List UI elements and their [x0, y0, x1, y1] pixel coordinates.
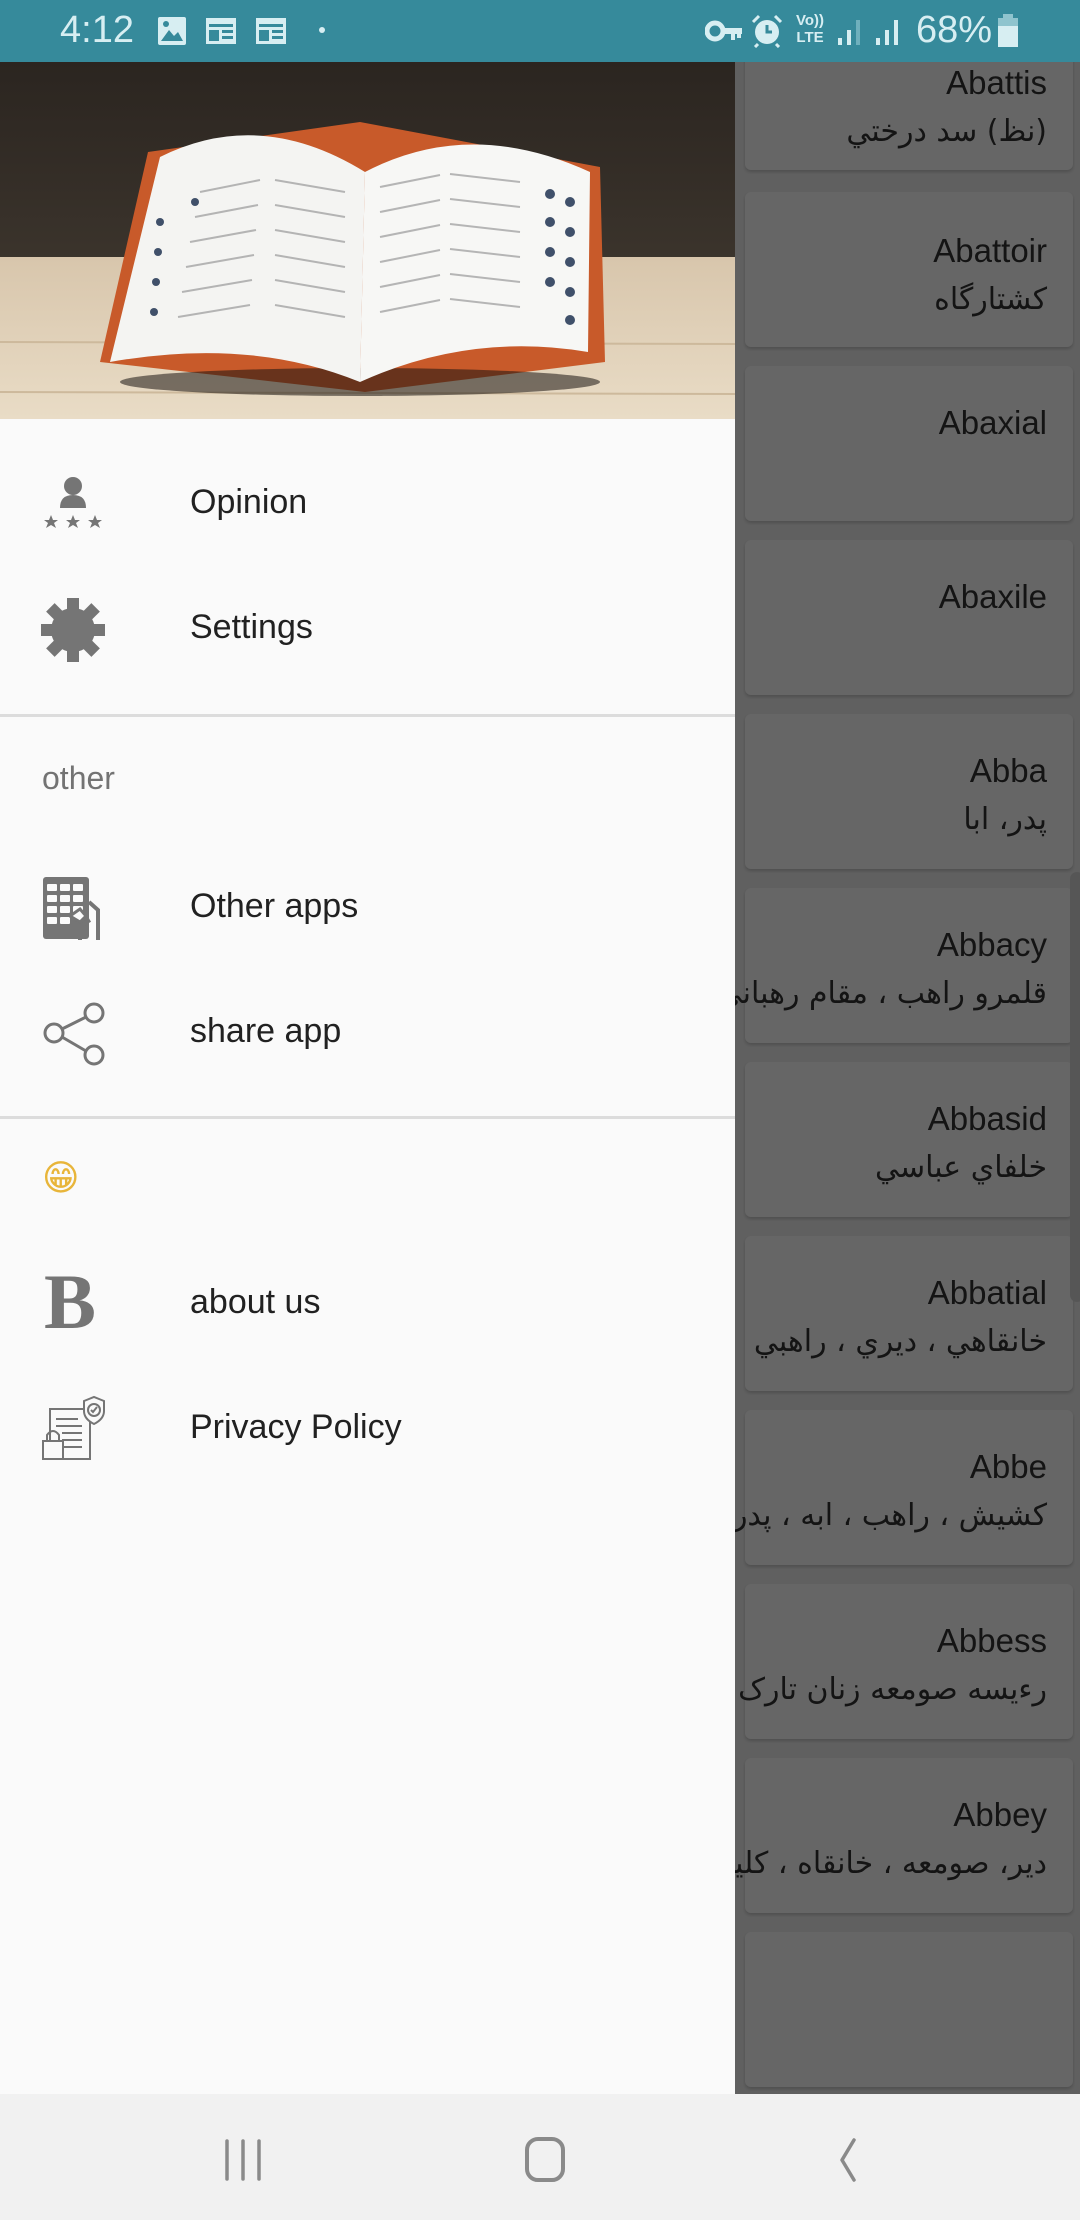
vpn-key-icon [705, 20, 742, 42]
battery-percent: 68% [916, 9, 993, 51]
section-title-other: other [42, 760, 115, 796]
b-letter-icon: B [44, 1258, 97, 1345]
grinning-face-emoji-icon: 😁 [42, 1158, 80, 1199]
back-button[interactable] [808, 2124, 888, 2194]
recent-apps-button[interactable] [203, 2124, 283, 2194]
news-icon [256, 18, 286, 44]
gallery-icon [158, 17, 186, 45]
battery-icon [998, 14, 1018, 47]
drawer-item-opinion[interactable]: Opinion [0, 445, 735, 565]
volte-lte-icon: Vo)) LTE [795, 12, 825, 46]
dot-icon [319, 27, 325, 33]
drawer-item-privacy-policy[interactable]: Privacy Policy [0, 1370, 735, 1490]
drawer-item-about-us[interactable]: B about us [0, 1245, 735, 1365]
drawer-divider [0, 714, 735, 717]
privacy-policy-icon [42, 1395, 105, 1460]
alarm-icon [751, 14, 783, 48]
drawer-item-share-app[interactable]: share app [0, 974, 735, 1094]
rate-user-icon [44, 477, 102, 528]
drawer-item-settings[interactable]: Settings [0, 570, 735, 690]
navigation-drawer: Opinion Settings other Other apps share … [0, 62, 735, 2094]
gear-icon [41, 598, 105, 662]
tablet-apps-icon [43, 877, 100, 940]
signal-icon [838, 20, 860, 45]
news-icon [206, 18, 236, 44]
status-time: 4:12 [60, 9, 134, 51]
drawer-divider [0, 1116, 735, 1119]
home-button[interactable] [505, 2124, 585, 2194]
drawer-item-other-apps[interactable]: Other apps [0, 849, 735, 969]
system-navigation-bar [0, 2094, 1080, 2220]
drawer-header-image [0, 62, 735, 419]
status-bar: 4:12 Vo)) LTE 68% [0, 0, 1080, 62]
signal-icon [876, 20, 898, 45]
share-icon [43, 1002, 105, 1066]
dictionary-book-image [0, 62, 735, 419]
